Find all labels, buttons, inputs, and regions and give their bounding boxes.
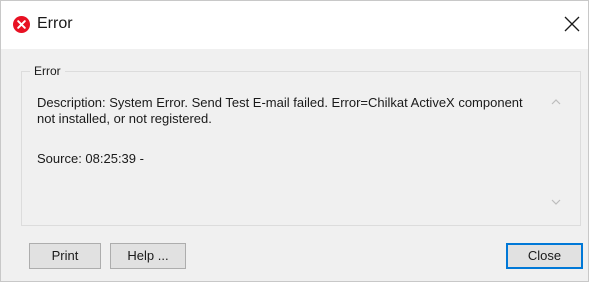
- title-bar[interactable]: Error: [1, 1, 588, 49]
- print-button[interactable]: Print: [29, 243, 101, 269]
- description-text: Description: System Error. Send Test E-m…: [37, 95, 523, 126]
- close-icon[interactable]: [563, 15, 581, 33]
- vertical-scrollbar[interactable]: [545, 89, 569, 215]
- error-dialog: Error Error Description: System Error. S…: [0, 0, 589, 282]
- chevron-down-icon[interactable]: [549, 195, 563, 209]
- window-title: Error: [37, 15, 73, 32]
- source-text: Source: 08:25:39 -: [37, 151, 144, 166]
- close-button[interactable]: Close: [506, 243, 583, 269]
- help-button[interactable]: Help ...: [110, 243, 186, 269]
- groupbox-label: Error: [30, 63, 65, 79]
- error-x-icon: [13, 16, 30, 33]
- chevron-up-icon[interactable]: [549, 95, 563, 109]
- error-message-textarea[interactable]: Description: System Error. Send Test E-m…: [31, 87, 541, 213]
